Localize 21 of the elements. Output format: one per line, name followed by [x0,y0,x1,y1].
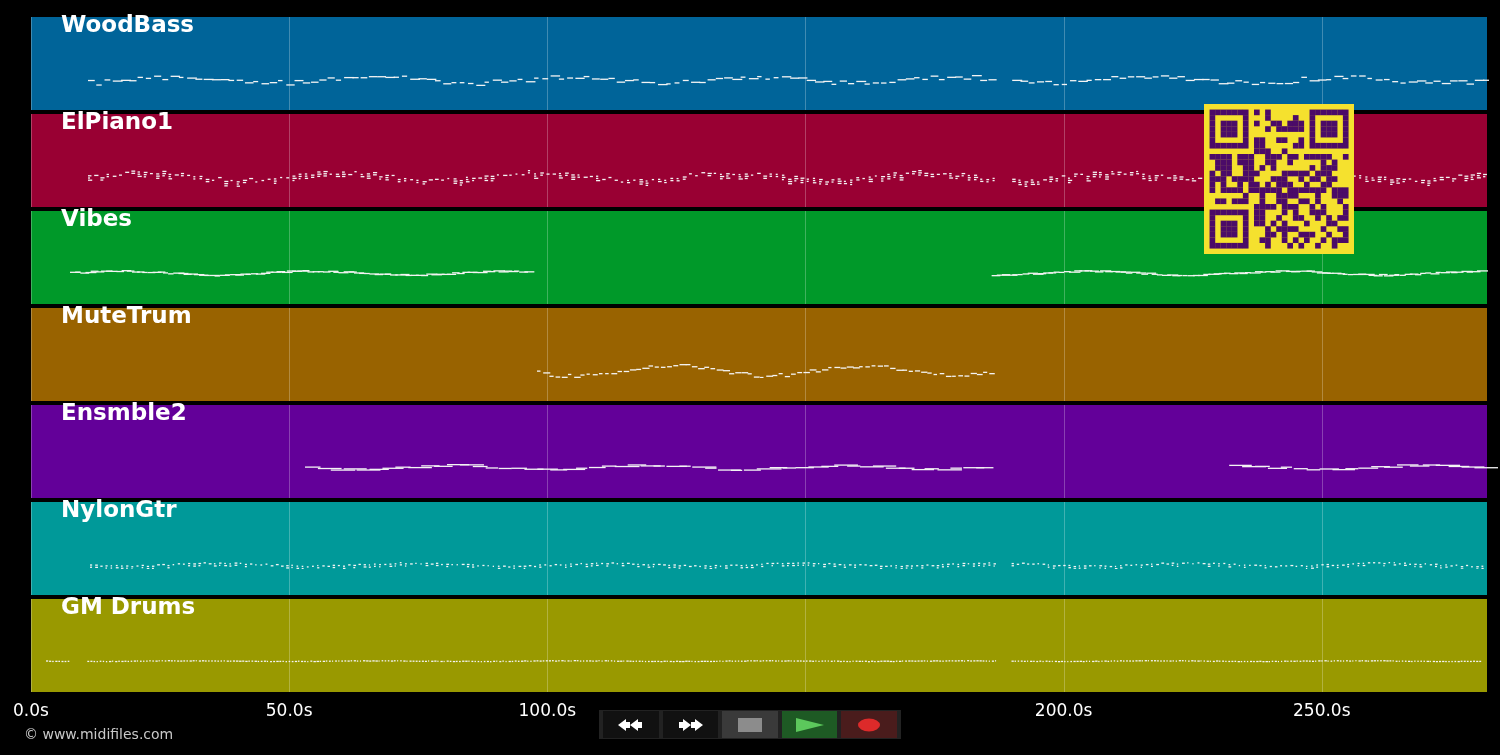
track-name: Vibes [61,204,133,232]
track-name: GM Drums [61,592,196,620]
axis-tick-label: 250.0s [1293,700,1351,720]
play-icon [794,716,825,733]
axis-tick-label: 50.0s [265,700,313,720]
stop-button[interactable] [722,711,778,738]
qr-code-icon [1204,104,1354,254]
track-name: NylonGtr [61,495,177,523]
track-name: MuteTrum [61,301,192,329]
axis-tick-label: 0.0s [13,700,49,720]
track-name: WoodBass [61,10,195,38]
stop-icon [738,717,762,732]
rewind-button[interactable] [603,711,659,738]
track-name: Ensmble2 [61,398,187,426]
play-button[interactable] [781,711,838,738]
copyright-text: © www.midifiles.com [24,726,174,742]
axis-tick-label: 100.0s [518,700,577,720]
axis-tick-label: 200.0s [1034,700,1093,720]
track-name: ElPiano1 [61,107,174,135]
fast-forward-button[interactable] [662,711,719,738]
record-icon [857,717,882,732]
